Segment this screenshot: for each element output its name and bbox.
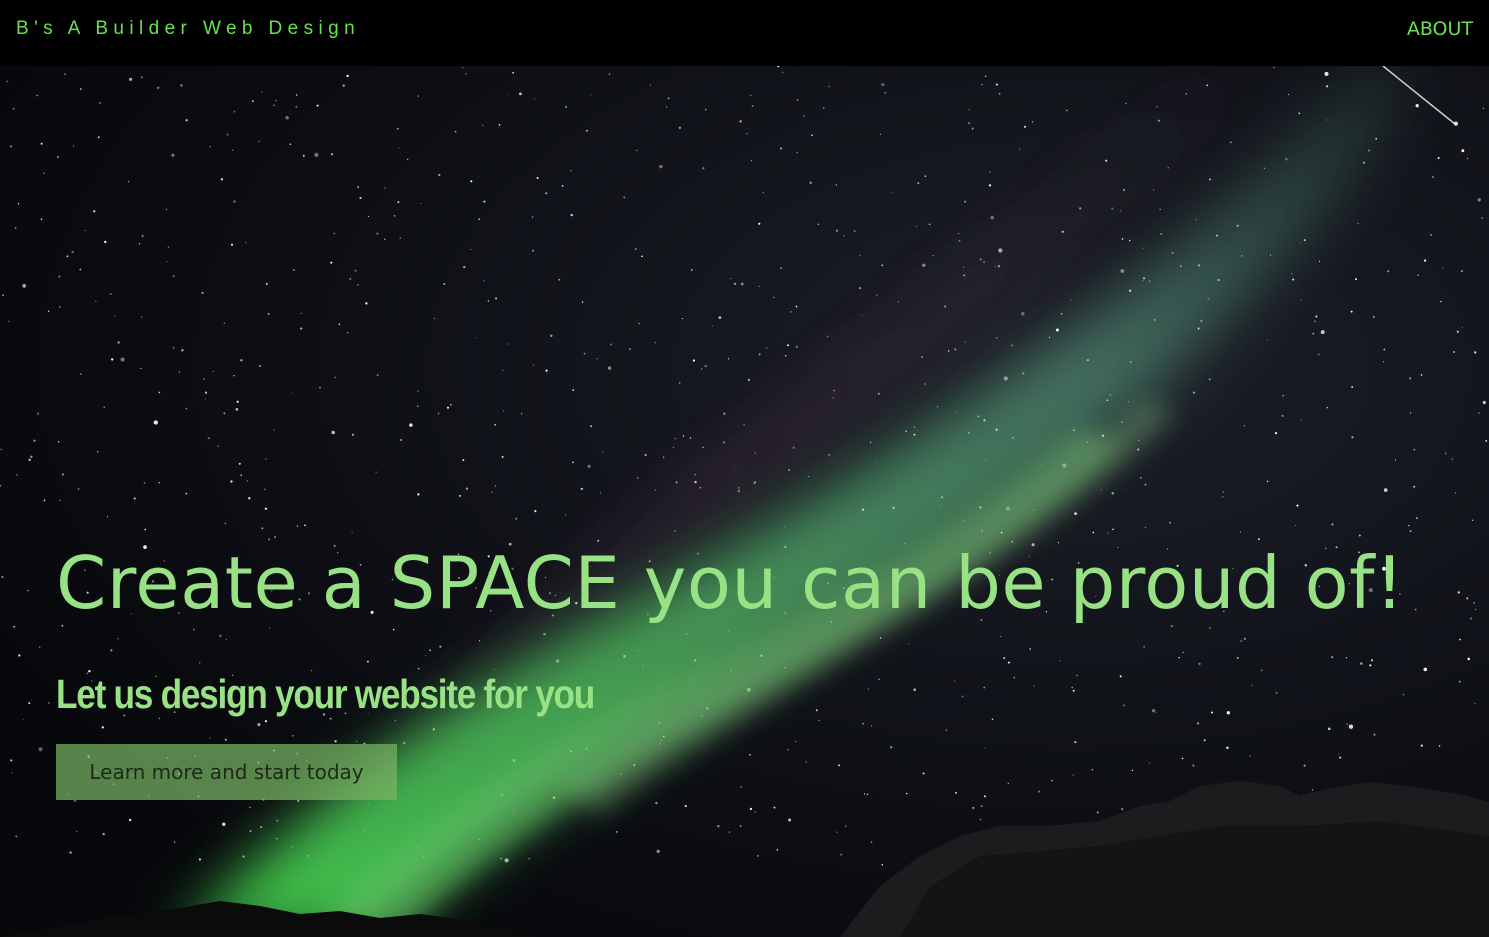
site-brand-link[interactable]: B's A Builder Web Design	[16, 18, 360, 40]
hero-headline: Create a SPACE you can be proud of!	[56, 541, 1405, 625]
top-nav-bar: B's A Builder Web Design ABOUT	[0, 0, 1489, 66]
aurora-night-sky-background	[0, 66, 1489, 937]
hero-subheadline: Let us design your website for you	[56, 671, 595, 717]
nav-link-about[interactable]: ABOUT	[1407, 18, 1473, 40]
learn-more-button[interactable]: Learn more and start today	[56, 744, 397, 800]
hero-section: Create a SPACE you can be proud of! Let …	[0, 66, 1489, 937]
